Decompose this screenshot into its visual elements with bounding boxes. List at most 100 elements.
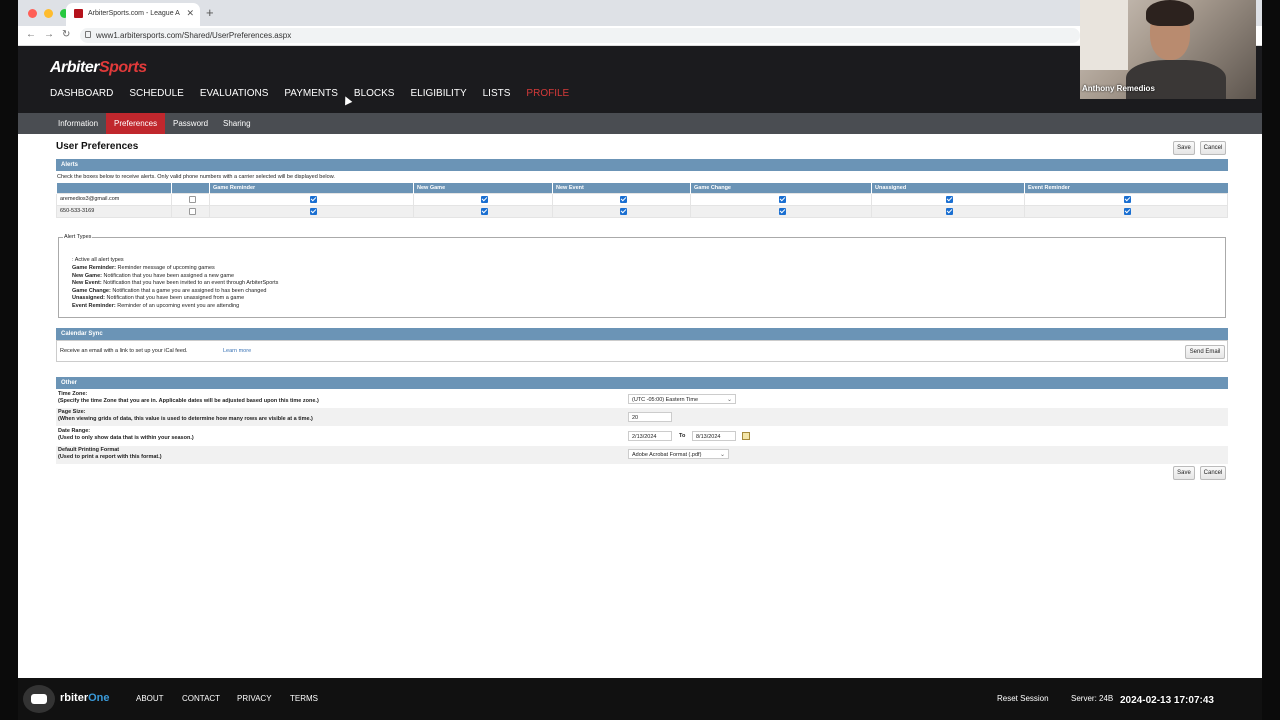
subnav-preferences[interactable]: Preferences — [106, 113, 166, 134]
alert-type-name: Unassigned: — [72, 295, 106, 301]
chevron-down-icon: ⌄ — [726, 397, 732, 403]
date-range-row: Date Range: (Used to only show data that… — [56, 427, 1228, 445]
page-size-row: Page Size: (When viewing grids of data, … — [56, 408, 1228, 426]
footer-terms-link[interactable]: TERMS — [290, 694, 318, 703]
phone-event-reminder-checkbox[interactable] — [1124, 207, 1131, 215]
nav-payments[interactable]: PAYMENTS — [284, 88, 338, 99]
page-size-help: (When viewing grids of data, this value … — [58, 416, 313, 422]
arbitersports-logo[interactable]: ArbiterSports — [50, 59, 147, 77]
email-unassigned-checkbox[interactable] — [946, 195, 953, 203]
nav-lists[interactable]: LISTS — [483, 88, 511, 99]
cancel-button-bottom[interactable]: Cancel — [1200, 466, 1226, 480]
alert-type-item: Game Reminder: Reminder message of upcom… — [72, 265, 215, 271]
phone-game-change-checkbox[interactable] — [779, 207, 786, 215]
recording-timestamp: 2024-02-13 17:07:43 — [1120, 695, 1214, 706]
new-tab-icon[interactable]: + — [206, 5, 214, 20]
close-window-button[interactable] — [28, 9, 37, 18]
url-text: www1.arbitersports.com/Shared/UserPrefer… — [96, 31, 292, 40]
forward-icon[interactable]: → — [44, 29, 54, 40]
table-row: 650-533-3169 — [56, 204, 1228, 218]
alert-types-intro: : Active all alert types — [72, 257, 124, 263]
reload-icon[interactable]: ↻ — [62, 29, 70, 40]
email-game-reminder-checkbox[interactable] — [309, 195, 317, 203]
contact-phone: 650-533-3169 — [56, 204, 172, 218]
alerts-table-header: Game Reminder New Game New Event Game Ch… — [56, 183, 1228, 193]
table-row: aremedios3@gmail.com — [56, 192, 1228, 206]
tab-bar: ArbiterSports.com - League A ✕ + — [18, 0, 1262, 26]
time-zone-select[interactable]: (UTC -05:00) Eastern Time ⌄ — [628, 394, 736, 404]
nav-eligibility[interactable]: ELIGIBILITY — [410, 88, 466, 99]
calendar-sync-header: Calendar Sync — [56, 328, 1228, 340]
date-to-input[interactable]: 8/13/2024 — [692, 431, 736, 441]
select-all-checkbox[interactable] — [188, 207, 196, 215]
webcam-person-body — [1126, 60, 1226, 99]
lock-icon — [85, 31, 91, 38]
url-field[interactable]: www1.arbitersports.com/Shared/UserPrefer… — [80, 28, 1080, 43]
email-event-reminder-checkbox[interactable] — [1124, 195, 1131, 203]
nav-blocks[interactable]: BLOCKS — [354, 88, 395, 99]
print-format-value: Adobe Acrobat Format (.pdf) — [632, 452, 702, 458]
alert-type-item: Unassigned: Notification that you have b… — [72, 295, 244, 301]
phone-unassigned-checkbox[interactable] — [946, 207, 953, 215]
page-title: User Preferences — [56, 141, 139, 152]
save-button-top[interactable]: Save — [1173, 141, 1195, 155]
print-format-row: Default Printing Format (Used to print a… — [56, 446, 1228, 464]
nav-profile[interactable]: PROFILE — [526, 88, 569, 99]
time-zone-help: (Specify the time Zone that you are in. … — [58, 398, 319, 404]
alerts-table: Game Reminder New Game New Event Game Ch… — [56, 183, 1228, 218]
page-size-label: Page Size: — [58, 409, 86, 415]
alert-type-desc: Notification that you have been invited … — [103, 280, 279, 286]
alerts-header: Alerts — [56, 159, 1228, 171]
column-game-change: Game Change — [690, 183, 872, 193]
column-unassigned: Unassigned — [871, 183, 1025, 193]
cancel-button-top[interactable]: Cancel — [1200, 141, 1226, 155]
subnav-information[interactable]: Information — [50, 113, 106, 134]
contact-email: aremedios3@gmail.com — [56, 192, 172, 206]
footer-privacy-link[interactable]: PRIVACY — [237, 694, 272, 703]
back-icon[interactable]: ← — [26, 29, 36, 40]
alert-type-item: Event Reminder: Reminder of an upcoming … — [72, 303, 239, 309]
webcam-name-label: Anthony Remedios — [1082, 84, 1155, 93]
phone-new-game-checkbox[interactable] — [481, 207, 488, 215]
calendar-icon[interactable] — [742, 432, 750, 440]
phone-new-event-checkbox[interactable] — [619, 207, 627, 215]
alert-type-name: New Event: — [72, 280, 102, 286]
select-all-checkbox[interactable] — [188, 195, 196, 203]
print-format-select[interactable]: Adobe Acrobat Format (.pdf) ⌄ — [628, 449, 729, 459]
browser-tab[interactable]: ArbiterSports.com - League A ✕ — [66, 3, 200, 26]
subnav-sharing[interactable]: Sharing — [215, 113, 259, 134]
page-size-input[interactable]: 20 — [628, 412, 672, 422]
footer-logo-text-1: rbiter — [60, 692, 89, 704]
send-email-button[interactable]: Send Email — [1185, 345, 1225, 359]
email-new-event-checkbox[interactable] — [619, 195, 627, 203]
footer-about-link[interactable]: ABOUT — [136, 694, 164, 703]
save-button-bottom[interactable]: Save — [1173, 466, 1195, 480]
recording-badge-icon — [23, 685, 55, 713]
reset-session-link[interactable]: Reset Session — [997, 694, 1049, 703]
alert-type-desc: Notification that you have been unassign… — [106, 295, 245, 301]
nav-schedule[interactable]: SCHEDULE — [129, 88, 183, 99]
webcam-person-hair — [1146, 0, 1194, 26]
email-game-change-checkbox[interactable] — [779, 195, 786, 203]
footer-logo-text-2: One — [88, 692, 110, 704]
sub-nav: Information Preferences Password Sharing — [18, 113, 1262, 134]
alert-types-box: Alert Types : Active all alert types Gam… — [58, 234, 1226, 318]
arbiterone-logo[interactable]: rbiterOne — [60, 692, 110, 704]
subnav-password[interactable]: Password — [165, 113, 216, 134]
site-favicon-icon — [74, 9, 83, 18]
tab-close-icon[interactable]: ✕ — [186, 8, 194, 19]
email-new-game-checkbox[interactable] — [481, 195, 488, 203]
tab-title: ArbiterSports.com - League A — [88, 10, 180, 17]
minimize-window-button[interactable] — [44, 9, 53, 18]
learn-more-link[interactable]: Learn more — [223, 348, 251, 354]
footer-contact-link[interactable]: CONTACT — [182, 694, 220, 703]
logo-text-sports: Sports — [98, 59, 147, 76]
date-range-help: (Used to only show data that is within y… — [58, 435, 194, 441]
all-column-header — [171, 183, 210, 193]
date-from-input[interactable]: 2/13/2024 — [628, 431, 672, 441]
phone-game-reminder-checkbox[interactable] — [309, 207, 317, 215]
nav-dashboard[interactable]: DASHBOARD — [50, 88, 113, 99]
nav-evaluations[interactable]: EVALUATIONS — [200, 88, 269, 99]
alert-type-desc: Reminder of an upcoming event you are at… — [117, 303, 240, 309]
column-game-reminder: Game Reminder — [209, 183, 414, 193]
